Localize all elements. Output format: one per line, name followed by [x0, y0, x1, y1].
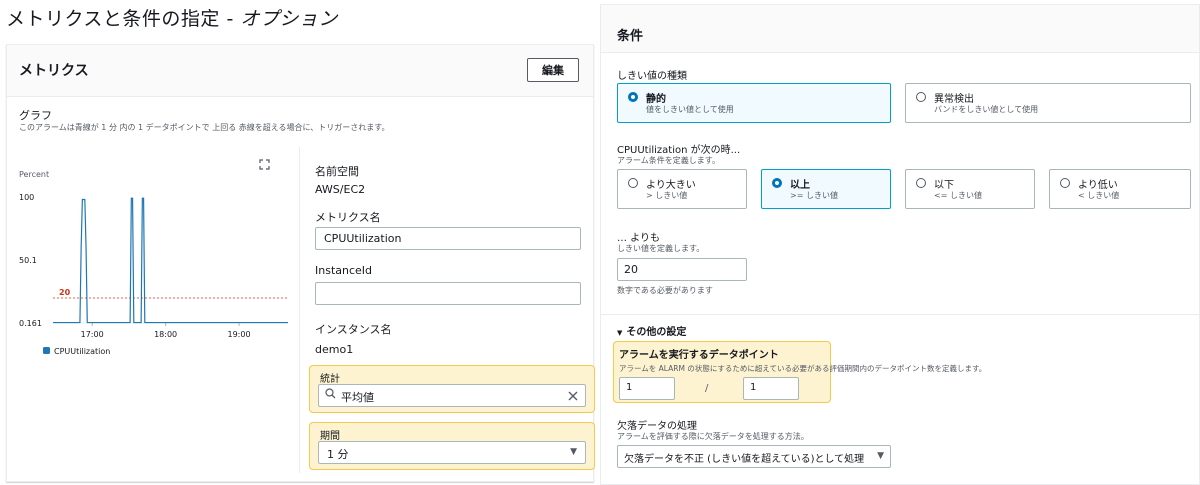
instance-name-block: インスタンス名 demo1 [315, 321, 392, 356]
metrics-panel-title: メトリクス [19, 63, 89, 79]
triangle-down-icon: ▼ [617, 329, 623, 337]
graph-label: グラフ [19, 109, 52, 122]
other-settings-label: その他の設定 [626, 327, 687, 338]
y-tick-label: 100 [19, 193, 34, 202]
namespace-value: AWS/EC2 [315, 183, 366, 196]
legend-label: CPUUtilization [54, 347, 110, 356]
graph-description: このアラームは青線が 1 分 内の 1 データポイントで 上回る 赤線を超える場… [19, 122, 389, 133]
conditions-panel: 条件 しきい値の種類 静的 値をしきい値として使用 異常検出 バンドをしきい値と… [600, 4, 1200, 485]
instance-id-field[interactable] [315, 282, 581, 305]
greater-sub: > しきい値 [646, 191, 688, 200]
evaluation-periods-input[interactable]: 1 [743, 377, 799, 400]
condition-lower-equal-option[interactable]: 以下 <= しきい値 [905, 169, 1035, 209]
threshold-type-anomaly-option[interactable]: 異常検出 バンドをしきい値として使用 [905, 83, 1191, 123]
section-divider [601, 314, 1199, 315]
conditions-panel-header: 条件 [601, 5, 1199, 53]
y-tick-label: 50.1 [19, 256, 37, 265]
x-tick-label: 17:00 [81, 330, 104, 339]
lower-title: より低い [1078, 180, 1118, 191]
search-icon [325, 388, 336, 402]
threshold-label: 20 [59, 288, 71, 297]
condition-label: CPUUtilization が次の時... [617, 145, 741, 156]
greater-equal-sub: >= しきい値 [790, 191, 838, 200]
static-sub: 値をしきい値として使用 [646, 105, 734, 114]
chevron-down-icon: ▼ [877, 451, 884, 461]
metric-name-field[interactable]: CPUUtilization [315, 227, 581, 250]
instance-name-label: インスタンス名 [315, 323, 392, 336]
radio-greater-equal[interactable] [772, 178, 782, 188]
chevron-down-icon: ▼ [570, 447, 577, 457]
other-settings-toggle[interactable]: ▼ その他の設定 [617, 323, 686, 338]
period-label: 期間 [320, 431, 340, 442]
period-highlight: 期間 1 分 ▼ [309, 422, 595, 470]
graph-desc-red: 赤線 [238, 123, 255, 132]
graph-desc-prefix: このアラームは [19, 123, 75, 132]
missing-data-value: 欠落データを不正 (しきい値を超えている)として処理 [624, 454, 865, 465]
graph-desc-mid: が 1 分 内の 1 データポイントで 上回る [90, 123, 239, 132]
than-desc: しきい値を定義します。 [617, 244, 705, 253]
page-title-optional: オプション [240, 8, 338, 30]
statistic-highlight: 統計 平均値 [309, 365, 595, 413]
namespace-label: 名前空間 [315, 165, 359, 178]
radio-lower[interactable] [1060, 178, 1070, 188]
datapoints-separator: / [705, 383, 709, 394]
lower-sub: < しきい値 [1078, 191, 1120, 200]
missing-data-desc: アラームを評価する際に欠落データを処理する方法。 [617, 432, 809, 441]
than-label: … よりも [617, 233, 660, 244]
greater-equal-title: 以上 [790, 180, 810, 191]
graph-desc-blue: 青線 [74, 123, 91, 132]
threshold-type-static-option[interactable]: 静的 値をしきい値として使用 [617, 83, 891, 123]
anomaly-sub: バンドをしきい値として使用 [934, 105, 1039, 114]
statistic-value: 平均値 [341, 391, 374, 404]
radio-lower-equal[interactable] [916, 178, 926, 188]
instance-id-label: InstanceId [315, 264, 373, 277]
radio-static[interactable] [628, 92, 638, 102]
condition-greater-equal-option[interactable]: 以上 >= しきい値 [761, 169, 891, 209]
period-value: 1 分 [327, 448, 349, 461]
edit-button[interactable]: 編集 [527, 58, 579, 82]
series-line-cpuutilization [53, 197, 288, 324]
cpu-chart: Percent 100 50.1 0.161 17:00 18:00 19:00 20 CPUU… [19, 170, 288, 356]
missing-data-select[interactable]: 欠落データを不正 (しきい値を超えている)として処理 ▼ [617, 445, 891, 468]
datapoints-desc: アラームを ALARM の状態にするために超えている必要がある評価期間内のデータ… [619, 364, 987, 373]
threshold-type-label: しきい値の種類 [617, 71, 687, 82]
static-title: 静的 [646, 94, 666, 105]
x-tick-label: 19:00 [228, 330, 251, 339]
datapoints-to-alarm-input[interactable]: 1 [619, 377, 675, 400]
datapoints-title: アラームを実行するデータポイント [619, 350, 779, 361]
missing-data-label: 欠落データの処理 [617, 421, 697, 432]
greater-title: より大きい [646, 180, 696, 191]
page-title-main: メトリクスと条件の指定 - [6, 8, 241, 30]
condition-greater-option[interactable]: より大きい > しきい値 [617, 169, 747, 209]
metric-name-label: メトリクス名 [315, 211, 381, 224]
x-tick-label: 18:00 [154, 330, 177, 339]
radio-greater[interactable] [628, 178, 638, 188]
instance-name-value: demo1 [315, 343, 354, 356]
panel-divider [299, 147, 300, 473]
threshold-hint: 数字である必要があります [617, 286, 713, 295]
statistic-label: 統計 [320, 374, 340, 385]
threshold-value-input[interactable]: 20 [617, 258, 747, 281]
namespace-block: 名前空間 AWS/EC2 [315, 163, 365, 196]
y-axis-label: Percent [19, 170, 49, 179]
condition-desc: アラーム条件を定義します。 [617, 156, 720, 165]
statistic-search-input[interactable]: 平均値 [318, 384, 586, 407]
graph-desc-suffix: を超える場合に、トリガーされます。 [254, 123, 390, 132]
period-select[interactable]: 1 分 ▼ [318, 441, 586, 464]
close-icon[interactable] [567, 386, 579, 406]
conditions-panel-title: 条件 [617, 29, 644, 44]
condition-lower-option[interactable]: より低い < しきい値 [1049, 169, 1191, 209]
anomaly-title: 異常検出 [934, 94, 974, 105]
metrics-panel-header: メトリクス 編集 [7, 45, 593, 97]
radio-anomaly[interactable] [916, 92, 926, 102]
y-tick-label: 0.161 [19, 319, 42, 328]
lower-equal-title: 以下 [934, 180, 954, 191]
page-title: メトリクスと条件の指定 - オプション [6, 4, 338, 31]
metrics-panel: メトリクス 編集 グラフ このアラームは青線が 1 分 内の 1 データポイント… [6, 44, 595, 482]
lower-equal-sub: <= しきい値 [934, 191, 982, 200]
legend-swatch [43, 347, 50, 354]
